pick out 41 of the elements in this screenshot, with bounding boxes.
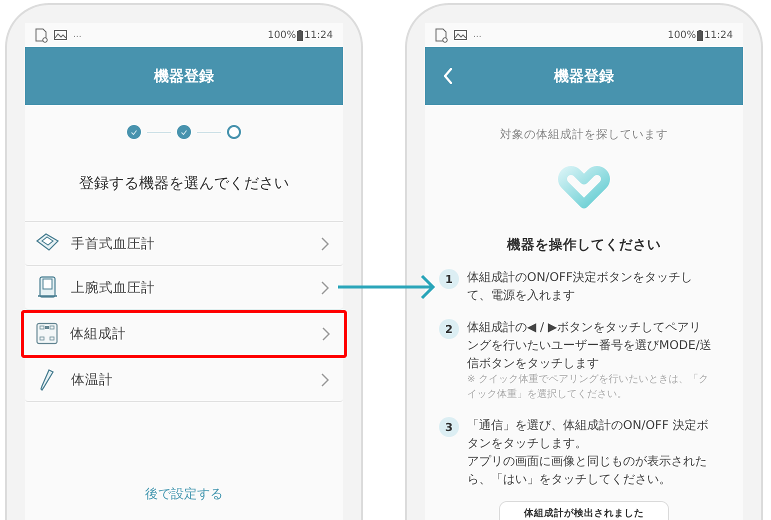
battery-percent: 100% <box>268 30 296 40</box>
device-list-item[interactable]: 上腕式血圧計 <box>25 266 343 310</box>
battery-percent: 100% <box>668 30 696 40</box>
chevron-right-icon <box>322 327 330 341</box>
operation-heading: 機器を操作してください <box>507 236 661 254</box>
thermometer-icon <box>40 368 54 390</box>
step-text: アプリの画面に画像と同じものが表示されたら、「はい」をタッチしてください。 <box>467 453 708 488</box>
chevron-right-icon <box>321 236 329 250</box>
clock: 11:24 <box>704 30 733 40</box>
arm-monitor-icon <box>38 276 57 298</box>
check-icon <box>180 128 188 136</box>
step-note: ※ クイック体重でペアリングを行いたいときは、「クイック体重」を選択してください。 <box>467 372 710 402</box>
sd-card-icon <box>35 28 48 42</box>
scale-icon <box>36 322 58 344</box>
wrist-monitor-icon <box>36 232 59 250</box>
searching-status-text: 対象の体組成計を探しています <box>500 127 668 142</box>
battery-icon <box>297 30 304 40</box>
overflow-indicator: ... <box>73 30 82 40</box>
step-number: 2 <box>439 319 459 339</box>
step-number: 1 <box>439 269 459 289</box>
chevron-right-icon <box>321 372 329 386</box>
step-text: 体組成計の◀ / ▶ボタンをタッチしてペアリングを行いたいユーザー番号を選びMODE/送信ボタンをタッチします <box>467 319 712 372</box>
check-icon <box>130 128 138 136</box>
image-icon <box>454 30 467 40</box>
clock: 11:24 <box>304 30 333 40</box>
step-number: 3 <box>439 417 459 437</box>
step-text: 「通信」を選び、体組成計のON/OFF 決定ボタンをタッチします。 <box>467 417 710 452</box>
sd-card-icon <box>435 28 448 42</box>
device-list-item[interactable]: 手首式血圧計 <box>25 222 343 266</box>
image-icon <box>54 30 67 40</box>
screen-title: 機器登録 <box>554 66 614 86</box>
device-detected-button[interactable]: 体組成計が検出されました <box>499 501 669 520</box>
overflow-indicator: ... <box>473 30 482 40</box>
instruction-text: 登録する機器を選んでください <box>78 174 290 193</box>
step-text: 体組成計のON/OFF決定ボタンをタッチして、電源を入れます <box>467 269 694 304</box>
device-list-item[interactable]: 体温計 <box>25 358 343 402</box>
device-list-item[interactable]: 体組成計 <box>21 310 347 358</box>
back-icon[interactable] <box>443 68 453 84</box>
battery-icon <box>697 30 704 40</box>
screen-title: 機器登録 <box>154 66 214 86</box>
chevron-right-icon <box>321 280 329 294</box>
